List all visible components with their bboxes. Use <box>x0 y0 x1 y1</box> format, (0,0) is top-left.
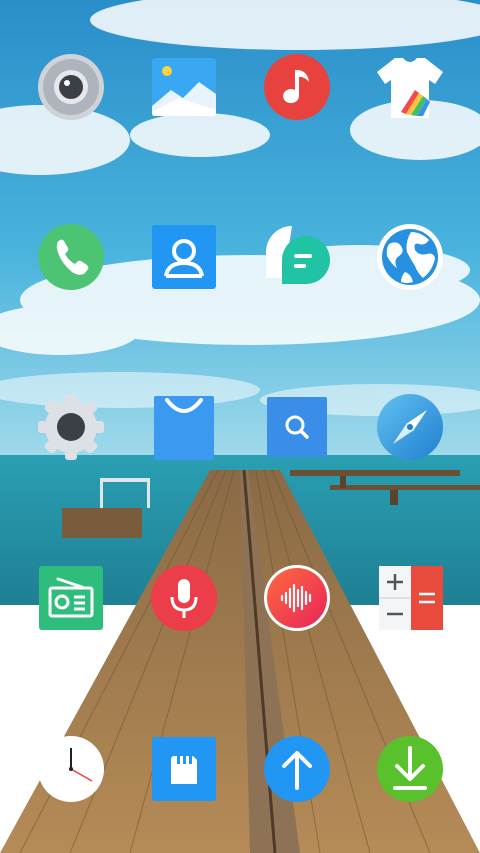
sd-card-app[interactable] <box>149 734 219 804</box>
calculator-icon <box>379 566 443 630</box>
messages-app[interactable] <box>262 222 332 292</box>
camera-app[interactable] <box>36 52 106 122</box>
clock-app[interactable] <box>36 734 106 804</box>
sound-recognition-app[interactable] <box>262 563 332 633</box>
fm-radio-icon <box>39 566 103 630</box>
settings-icon <box>38 394 104 460</box>
fm-radio-app[interactable] <box>36 563 106 633</box>
gallery-icon <box>152 58 216 116</box>
calculator-app[interactable] <box>375 563 445 633</box>
messages-icon <box>266 226 330 284</box>
phone-app[interactable] <box>36 222 106 292</box>
gallery-app[interactable] <box>149 52 219 122</box>
music-icon <box>264 54 330 120</box>
browser-app[interactable] <box>375 222 445 292</box>
voice-recorder-app[interactable] <box>149 563 219 633</box>
camera-icon <box>38 54 104 120</box>
sd-card-icon <box>152 737 216 801</box>
app-store-app[interactable] <box>149 392 219 462</box>
themes-icon <box>377 58 443 118</box>
search-icon <box>267 397 327 457</box>
home-app-grid <box>0 0 480 853</box>
settings-app[interactable] <box>36 392 106 462</box>
phone-icon <box>38 224 104 290</box>
compass-icon <box>377 394 443 460</box>
music-app[interactable] <box>262 52 332 122</box>
contacts-app[interactable] <box>149 222 219 292</box>
upload-icon <box>264 736 330 802</box>
browser-icon <box>377 224 443 290</box>
themes-app[interactable] <box>375 52 445 122</box>
app-store-icon <box>154 396 214 460</box>
compass-app[interactable] <box>375 392 445 462</box>
download-icon <box>377 736 443 802</box>
contacts-icon <box>152 225 216 289</box>
download-app[interactable] <box>375 734 445 804</box>
sound-recognition-icon <box>264 565 330 631</box>
search-app[interactable] <box>262 392 332 462</box>
clock-icon <box>38 736 104 802</box>
voice-recorder-icon <box>151 565 217 631</box>
upload-app[interactable] <box>262 734 332 804</box>
